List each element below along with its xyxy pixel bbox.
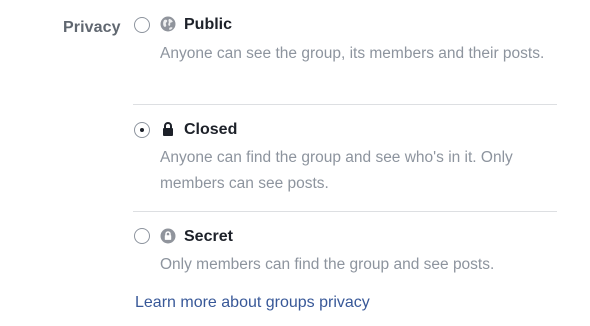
learn-more-link[interactable]: Learn more about groups privacy	[135, 294, 370, 312]
globe-icon	[160, 16, 176, 32]
secret-description: Only members can find the group and see …	[160, 256, 495, 273]
closed-description: Anyone can find the group and see who's …	[160, 149, 513, 192]
privacy-option-secret[interactable]: Secret Only members can find the group a…	[133, 211, 557, 286]
closed-title: Closed	[184, 121, 238, 138]
closed-radio[interactable]	[134, 122, 150, 138]
privacy-option-closed[interactable]: Closed Anyone can find the group and see…	[133, 104, 557, 211]
secret-title: Secret	[184, 228, 233, 245]
public-radio[interactable]	[134, 17, 150, 33]
privacy-options: Public Anyone can see the group, its mem…	[133, 0, 557, 286]
secret-lock-icon	[160, 228, 176, 244]
lock-icon	[163, 122, 173, 136]
public-title: Public	[184, 16, 233, 33]
privacy-label: Privacy	[63, 19, 121, 36]
privacy-option-public[interactable]: Public Anyone can see the group, its mem…	[133, 0, 557, 104]
secret-radio[interactable]	[134, 228, 150, 244]
public-description: Anyone can see the group, its members an…	[160, 45, 545, 62]
